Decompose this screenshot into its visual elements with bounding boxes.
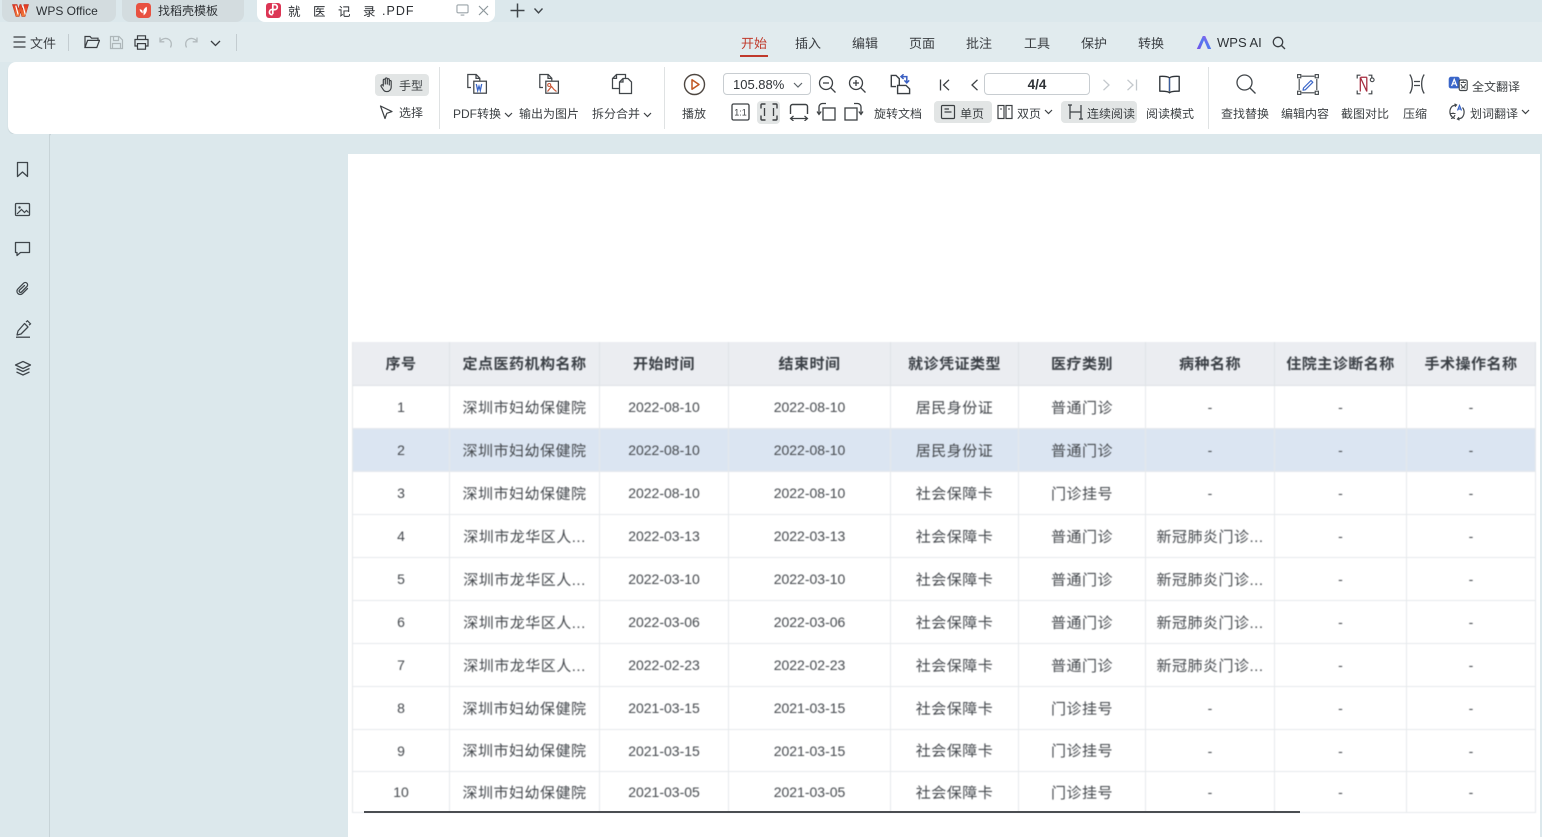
svg-text:1:1: 1:1 <box>734 108 747 118</box>
